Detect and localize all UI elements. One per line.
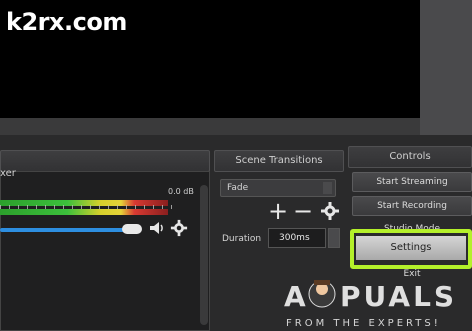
svg-text:PUALS: PUALS [340,280,457,313]
volume-slider-handle[interactable] [122,224,142,234]
volume-slider-track[interactable] [0,228,125,232]
gear-icon[interactable] [170,219,188,237]
mixer-label: xer [0,168,16,179]
watermark: k2rx.com [6,8,127,36]
mixer-scrollbar[interactable] [200,185,208,325]
controls-header: Controls [348,146,472,168]
remove-transition-button[interactable]: − [293,196,313,226]
watermark-part: k [6,8,22,36]
duration-input[interactable]: 300ms [268,228,326,248]
transition-select[interactable]: Fade [220,179,336,197]
duration-spinner[interactable] [328,228,340,248]
preview-side-panel [420,0,472,135]
svg-text:FROM THE EXPERTS!: FROM THE EXPERTS! [286,318,441,329]
appuals-logo: A PUALS FROM THE EXPERTS! [284,280,457,329]
watermark-part: 2 [21,8,38,36]
db-readout: 0.0 dB [168,187,194,196]
add-transition-button[interactable]: + [268,196,288,226]
start-streaming-button[interactable]: Start Streaming [352,172,472,192]
mixer-header [0,150,210,172]
scene-transitions-header: Scene Transitions [214,150,344,172]
duration-label: Duration [222,234,262,244]
watermark-part: rx.com [37,8,128,36]
audio-meter-right [0,209,168,215]
svg-text:A: A [284,280,309,313]
transition-gear-icon[interactable] [320,201,340,221]
chevron-down-icon [323,182,332,194]
speaker-icon[interactable] [148,219,166,237]
transition-value: Fade [227,183,249,193]
start-recording-button[interactable]: Start Recording [352,196,472,216]
settings-button[interactable]: Settings [356,236,466,260]
